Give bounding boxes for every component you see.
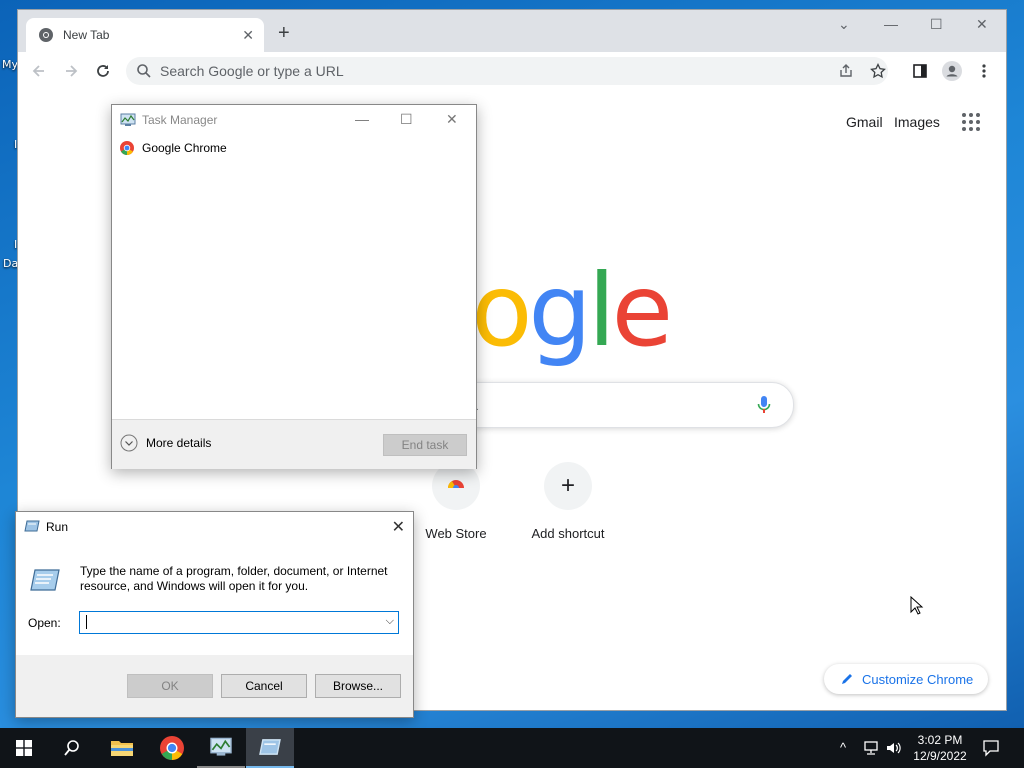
desktop-icon-label[interactable]: I [14, 138, 17, 151]
tab-title: New Tab [63, 28, 110, 42]
start-button[interactable] [0, 728, 48, 768]
taskbar: ^ 3:02 PM 12/9/2022 [0, 728, 1024, 768]
toolbar: Search Google or type a URL [18, 52, 1006, 91]
run-icon [259, 739, 281, 755]
bookmark-star-icon[interactable] [870, 63, 886, 79]
customize-chrome-button[interactable]: Customize Chrome [824, 664, 988, 694]
tab-close-icon[interactable]: ✕ [242, 27, 254, 44]
customize-chrome-label: Customize Chrome [862, 671, 974, 687]
menu-kebab-icon[interactable] [973, 60, 995, 82]
shortcut-add[interactable]: + Add shortcut [513, 462, 623, 541]
chevron-up-icon[interactable]: ^ [840, 740, 846, 755]
voice-search-icon[interactable] [757, 395, 771, 415]
chrome-icon [160, 736, 184, 760]
back-button[interactable] [28, 60, 50, 82]
side-panel-icon[interactable] [909, 60, 931, 82]
tab-new-tab[interactable]: New Tab ✕ [26, 18, 264, 52]
gmail-link[interactable]: Gmail [846, 114, 883, 130]
folder-icon [111, 741, 133, 756]
desktop-icon-label[interactable]: I [14, 238, 17, 251]
run-description: Type the name of a program, folder, docu… [80, 564, 388, 593]
task-manager-window: Task Manager — ☐ ✕ Google Chrome More de… [111, 104, 477, 469]
search-icon [137, 64, 151, 78]
clock-time: 3:02 PM [917, 733, 963, 747]
web-store-icon [432, 462, 480, 510]
process-name: Google Chrome [142, 141, 227, 155]
desktop-icon-label[interactable]: My [2, 58, 18, 71]
run-app-icon [30, 569, 60, 591]
process-row[interactable]: Google Chrome [120, 141, 227, 155]
address-bar[interactable]: Search Google or type a URL [126, 57, 888, 85]
minimize-button[interactable]: — [355, 111, 369, 127]
maximize-button[interactable]: ☐ [930, 16, 943, 33]
open-input[interactable]: ⌵ [79, 611, 399, 634]
cancel-button[interactable]: Cancel [221, 674, 307, 698]
task-manager-icon [210, 737, 232, 756]
close-button[interactable]: ✕ [446, 111, 458, 128]
back-arrow-icon [32, 65, 44, 77]
maximize-button[interactable]: ☐ [400, 111, 413, 128]
chevron-down-circle-icon [120, 434, 138, 452]
shortcut-web-store[interactable]: Web Store [401, 462, 511, 541]
more-details-toggle[interactable]: More details [120, 434, 211, 452]
task-manager-title: Task Manager [142, 113, 218, 127]
open-label: Open: [28, 616, 61, 630]
file-explorer-button[interactable] [98, 728, 146, 768]
clock-date: 12/9/2022 [913, 749, 967, 763]
pencil-icon [842, 674, 852, 684]
run-titlebar[interactable]: Run ✕ [16, 512, 413, 542]
run-title: Run [46, 520, 69, 534]
tab-strip: New Tab ✕ + ⌄ — ☐ ✕ [18, 10, 1006, 52]
tab-search-icon[interactable]: ⌄ [838, 16, 850, 33]
run-icon [24, 520, 40, 532]
close-button[interactable]: ✕ [392, 517, 405, 537]
profile-avatar-icon[interactable] [941, 60, 963, 82]
shortcut-label: Web Store [425, 526, 487, 541]
run-dialog: Run ✕ Type the name of a program, folder… [15, 511, 414, 718]
close-button[interactable]: ✕ [976, 16, 988, 33]
share-icon[interactable] [838, 63, 854, 79]
google-apps-icon[interactable] [962, 113, 980, 131]
add-icon: + [544, 462, 592, 510]
address-bar-placeholder: Search Google or type a URL [160, 63, 344, 79]
chrome-taskbar-button[interactable] [148, 728, 196, 768]
mouse-cursor-icon [910, 596, 924, 615]
desktop-icon-label[interactable]: Da [3, 257, 18, 270]
ok-button[interactable]: OK [127, 674, 213, 698]
chrome-favicon-icon [39, 28, 53, 42]
text-caret [86, 615, 87, 629]
end-task-button[interactable]: End task [383, 434, 467, 456]
search-icon [64, 740, 79, 756]
task-manager-taskbar-button[interactable] [197, 728, 245, 768]
forward-arrow-icon [66, 65, 78, 77]
browse-button[interactable]: Browse... [315, 674, 401, 698]
minimize-button[interactable]: — [884, 16, 898, 32]
images-link[interactable]: Images [894, 114, 940, 130]
system-clock[interactable]: 3:02 PM 12/9/2022 [900, 732, 980, 764]
windows-logo-icon [16, 740, 32, 756]
shortcut-label: Add shortcut [531, 526, 605, 541]
reload-button[interactable] [92, 60, 114, 82]
run-taskbar-button[interactable] [246, 728, 294, 768]
forward-button[interactable] [60, 60, 82, 82]
chevron-down-icon[interactable]: ⌵ [386, 615, 394, 628]
task-manager-icon [120, 113, 136, 126]
new-tab-button[interactable]: + [278, 23, 290, 43]
chrome-icon [120, 141, 134, 155]
more-details-label: More details [146, 436, 212, 450]
network-icon[interactable] [862, 740, 880, 756]
search-button[interactable] [48, 728, 96, 768]
run-footer: OK Cancel Browse... [16, 655, 413, 717]
task-manager-titlebar[interactable]: Task Manager — ☐ ✕ [112, 105, 476, 135]
reload-icon [97, 65, 109, 77]
task-manager-footer: More details End task [112, 419, 476, 469]
notification-icon[interactable] [982, 739, 1000, 757]
